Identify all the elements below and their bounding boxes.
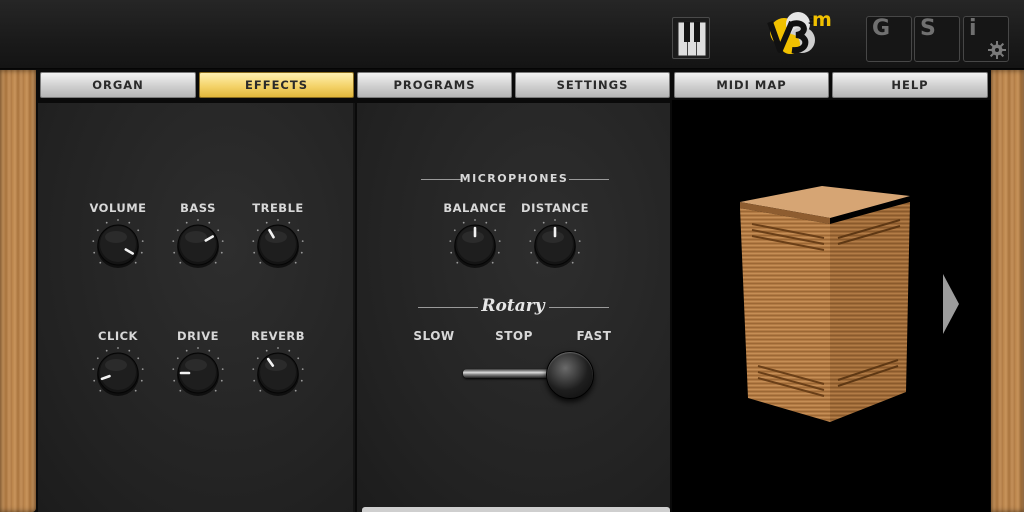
knob-label-drive: DRIVE [177,329,219,343]
volume-knob[interactable] [90,217,146,273]
rotary-speed-slider-handle[interactable] [546,351,594,399]
tab-midi-map[interactable]: MIDI MAP [674,72,829,98]
speed-label-slow: SLOW [413,329,455,343]
next-arrow-icon[interactable] [943,274,959,334]
gear-icon [988,41,1006,59]
knob-label-balance: BALANCE [443,201,507,215]
tab-effects[interactable]: EFFECTS [199,72,354,98]
treble-knob[interactable] [250,217,306,273]
leslie-cabinet-image [734,180,914,430]
speed-label-fast: FAST [576,329,612,343]
tab-organ[interactable]: ORGAN [40,72,196,98]
reverb-knob[interactable] [250,345,306,401]
tab-help[interactable]: HELP [832,72,988,98]
g-button-label: G [872,16,891,41]
bass-knob[interactable] [170,217,226,273]
knob-label-volume: VOLUME [89,201,147,215]
drive-knob[interactable] [170,345,226,401]
click-knob[interactable] [90,345,146,401]
info-settings-button[interactable]: i [963,16,1009,62]
piano-keys-icon[interactable] [672,17,710,59]
knob-label-bass: BASS [180,201,216,215]
bottom-drawer-handle[interactable] [362,507,670,512]
i-button-label: i [969,16,977,41]
effects-panel [38,103,355,512]
balance-knob[interactable] [447,217,503,273]
logo-superscript: m [812,9,832,31]
rotary-rule-right [549,307,609,308]
speed-label-stop: STOP [495,329,533,343]
top-bar: 3 m G S i [0,0,1024,69]
rotary-rule-left [418,307,478,308]
knob-label-click: CLICK [98,329,138,343]
rotary-title: Rotary [481,296,545,316]
knob-label-treble: TREBLE [252,201,304,215]
knob-label-reverb: REVERB [250,329,306,343]
tab-settings[interactable]: SETTINGS [515,72,670,98]
g-button[interactable]: G [866,16,912,62]
wood-side-right [991,70,1024,512]
distance-knob[interactable] [527,217,583,273]
microphones-title: MICROPHONES [459,172,569,185]
wood-side-left [0,70,36,512]
knob-label-distance: DISTANCE [521,201,589,215]
s-button[interactable]: S [914,16,960,62]
s-button-label: S [920,16,936,41]
mic-rule-right [569,179,609,180]
tab-programs[interactable]: PROGRAMS [357,72,512,98]
